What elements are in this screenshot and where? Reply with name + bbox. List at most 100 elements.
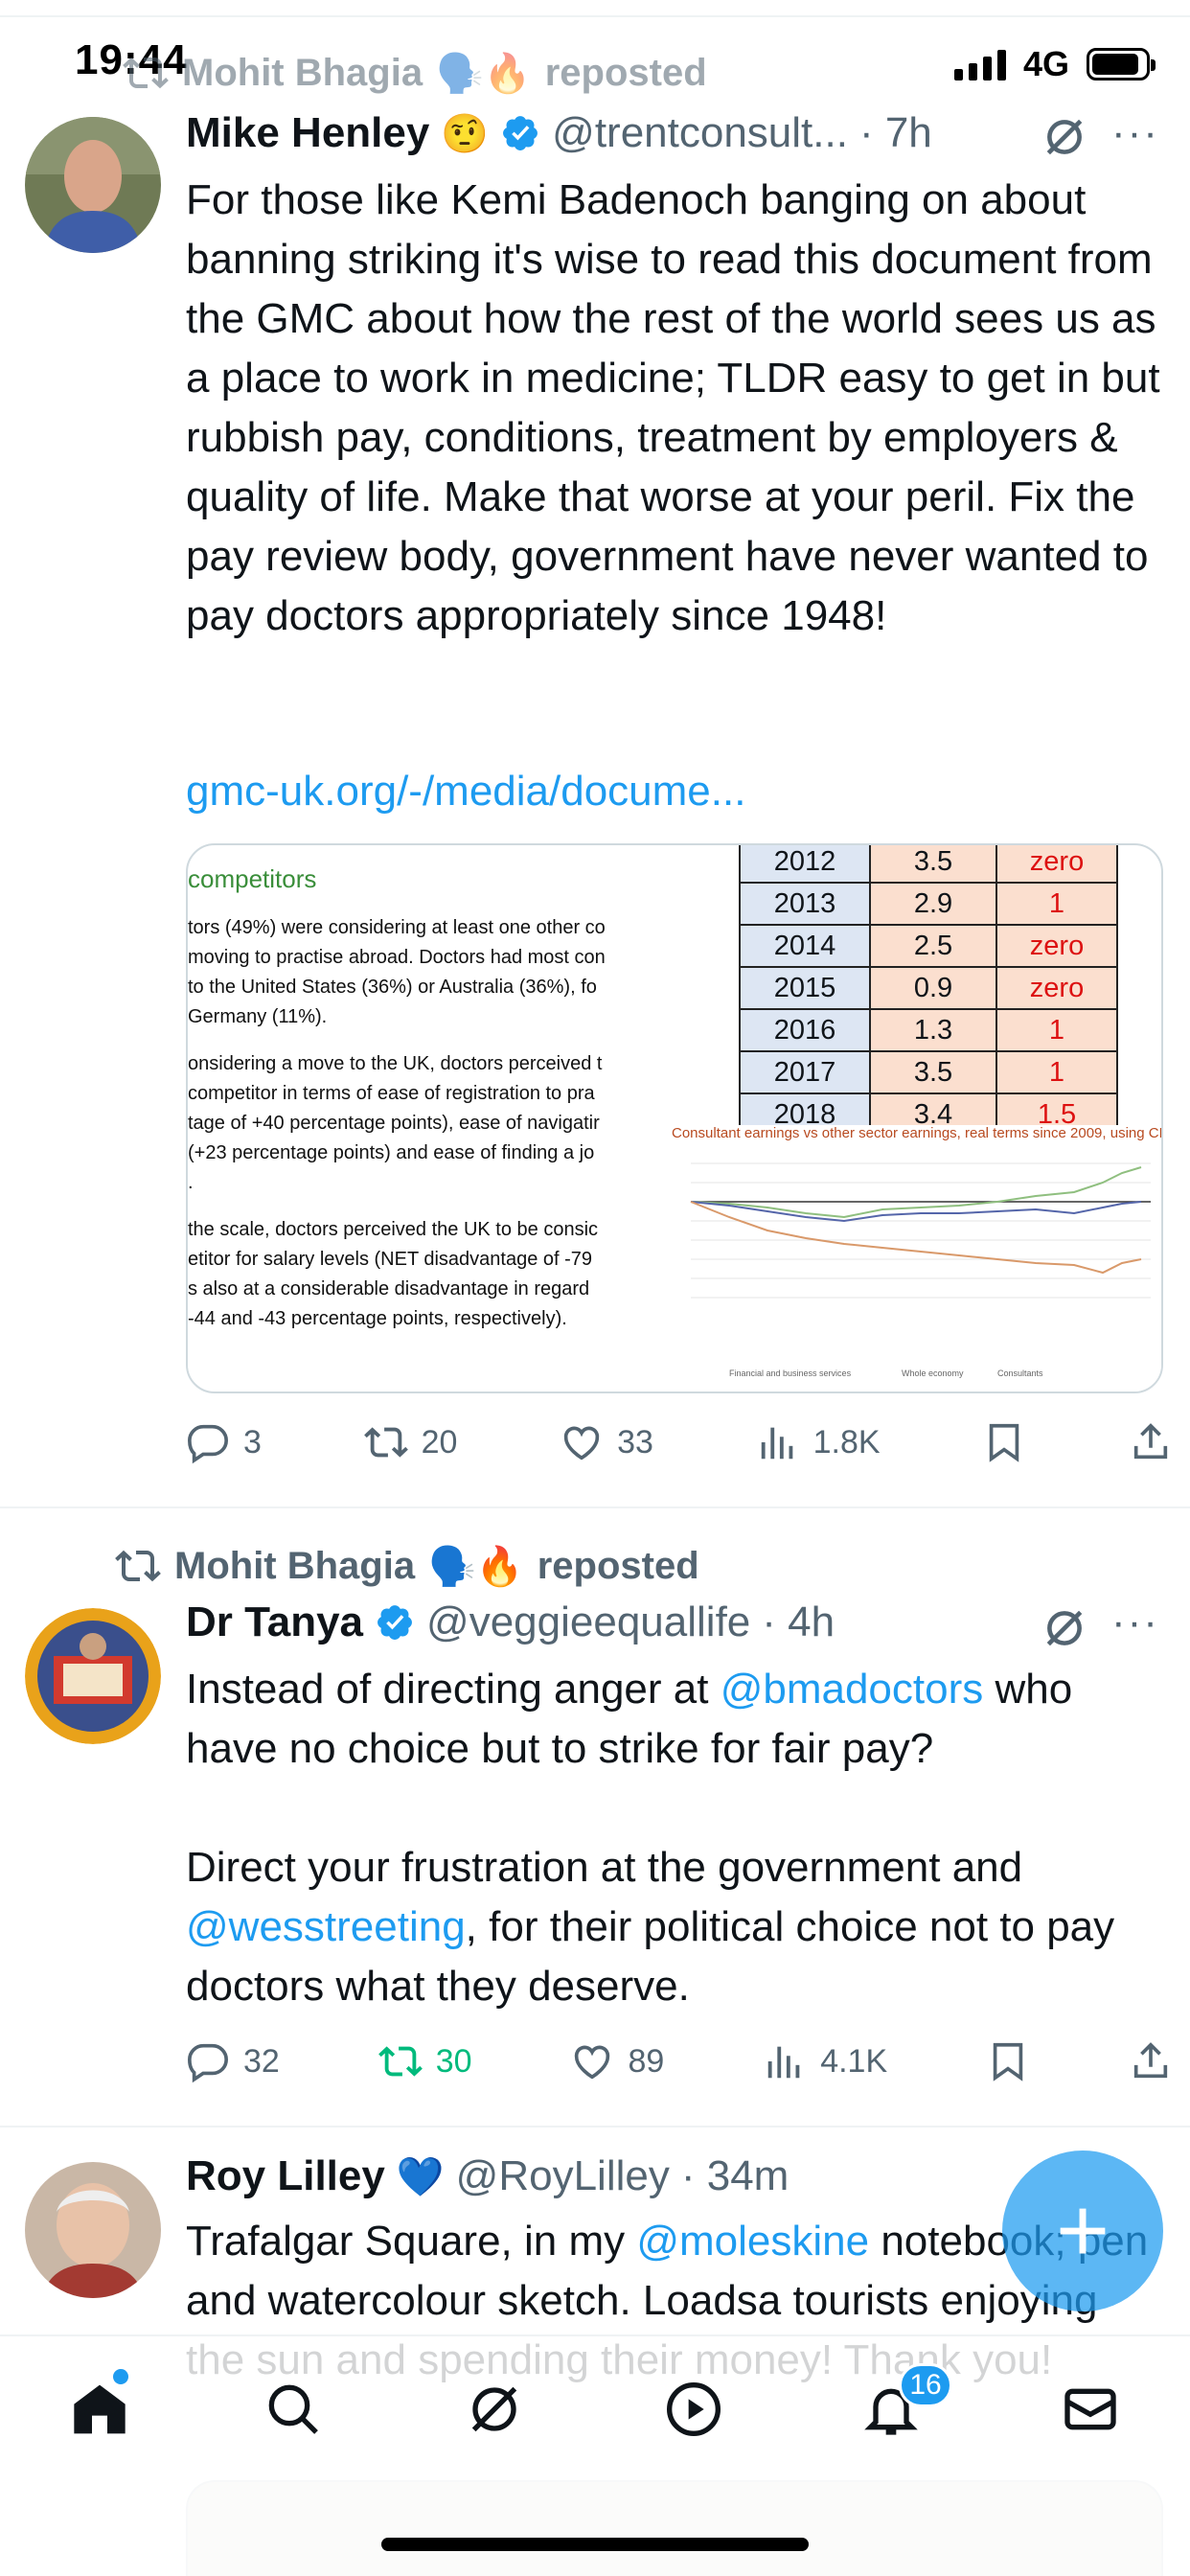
series-line-economy bbox=[690, 1201, 1142, 1223]
table-row: 2012 3.5 zero bbox=[739, 845, 1118, 884]
repost-icon bbox=[115, 1550, 161, 1582]
like-count: 33 bbox=[617, 1423, 653, 1460]
tweet-text: For those like Kemi Badenoch banging on … bbox=[186, 176, 1172, 639]
like-button[interactable]: 89 bbox=[570, 2039, 664, 2083]
share-button[interactable] bbox=[1129, 1420, 1173, 1464]
pay-table: 2012 3.5 zero 2013 2.9 1 2014 2.5 zero 2015 0.9… bbox=[739, 845, 1118, 1137]
tweet-actions: 3 20 33 1.8K bbox=[186, 1420, 1173, 1464]
video-play-icon[interactable] bbox=[663, 2379, 724, 2440]
like-button[interactable]: 33 bbox=[560, 1420, 653, 1464]
view-count: 1.8K bbox=[812, 1423, 881, 1460]
avatar[interactable] bbox=[25, 1608, 161, 1744]
author-handle[interactable]: @trentconsult... bbox=[552, 109, 848, 157]
tweet-divider bbox=[0, 1506, 1190, 1508]
network-type: 4G bbox=[1022, 44, 1069, 83]
mail-icon[interactable] bbox=[1060, 2379, 1121, 2440]
like-count: 89 bbox=[628, 2042, 665, 2080]
reposted-label: reposted bbox=[537, 1544, 699, 1587]
battery-icon bbox=[1087, 48, 1156, 80]
verified-badge-icon bbox=[378, 1605, 412, 1640]
reposted-label: reposted bbox=[544, 51, 707, 94]
author-name[interactable]: Mike Henley bbox=[186, 109, 429, 157]
speaking-emoji: 🗣️🔥 bbox=[428, 1545, 524, 1588]
tweet-header: Dr Tanya @veggieequallife · 4h bbox=[186, 1598, 835, 1646]
repost-button[interactable]: 30 bbox=[378, 2039, 472, 2083]
repost-button[interactable]: 20 bbox=[363, 1420, 458, 1464]
share-icon bbox=[1133, 2042, 1168, 2079]
verified-badge-icon bbox=[503, 116, 538, 150]
author-handle[interactable]: @veggieequallife bbox=[426, 1598, 750, 1646]
more-options-icon[interactable]: ··· bbox=[1111, 1598, 1159, 1646]
grok-icon[interactable] bbox=[1041, 113, 1088, 161]
repost-icon bbox=[123, 57, 169, 89]
chart-title: Consultant earnings vs other sector earn… bbox=[672, 1125, 1161, 1141]
grok-icon[interactable] bbox=[464, 2379, 525, 2440]
tweet-header: Mike Henley 🤨 @trentconsult... · 7h bbox=[186, 109, 932, 157]
mention-link[interactable]: @bmadoctors bbox=[721, 1666, 984, 1713]
table-row: 2016 1.3 1 bbox=[739, 1008, 1118, 1052]
reply-icon bbox=[188, 2043, 228, 2083]
repost-indicator[interactable]: Mohit Bhagia 🗣️🔥 reposted bbox=[115, 1543, 699, 1589]
views-icon bbox=[761, 1427, 792, 1460]
author-handle[interactable]: @RoyLilley bbox=[456, 2152, 670, 2200]
bookmark-icon bbox=[990, 1423, 1019, 1462]
view-count: 4.1K bbox=[820, 2042, 888, 2080]
reposted-by-name[interactable]: Mohit Bhagia bbox=[174, 1545, 415, 1588]
tweet-link[interactable]: gmc-uk.org/-/media/docume... bbox=[186, 762, 1163, 821]
tweet-media-image[interactable]: competitors tors (49%) were considering … bbox=[186, 843, 1163, 1393]
doc-line: tors (49%) were considering at least one… bbox=[188, 917, 606, 1027]
author-name[interactable]: Roy Lilley bbox=[186, 2152, 385, 2200]
author-name[interactable]: Dr Tanya bbox=[186, 1598, 363, 1646]
reply-count: 32 bbox=[243, 2042, 280, 2080]
reply-count: 3 bbox=[243, 1423, 262, 1460]
views-icon bbox=[767, 2046, 800, 2079]
reply-icon bbox=[188, 1424, 228, 1464]
top-divider bbox=[0, 15, 1190, 17]
tweet-text: Instead of directing anger at @bmadoctor… bbox=[186, 1666, 1127, 2010]
plus-icon: + bbox=[1055, 2179, 1110, 2282]
home-icon[interactable] bbox=[69, 2379, 130, 2440]
heart-icon bbox=[564, 1426, 600, 1460]
blue-heart-emoji: 💙 bbox=[396, 2155, 445, 2198]
legend-item: Whole economy bbox=[902, 1368, 964, 1378]
home-indicator bbox=[381, 2538, 809, 2551]
bookmark-icon bbox=[993, 2042, 1023, 2082]
tweet-time: · 7h bbox=[858, 109, 932, 156]
share-button[interactable] bbox=[1129, 2039, 1173, 2083]
share-icon bbox=[1133, 1423, 1168, 1460]
document-excerpt: competitors tors (49%) were considering … bbox=[188, 845, 724, 1392]
grok-icon[interactable] bbox=[1041, 1604, 1088, 1652]
repost-count: 30 bbox=[435, 2042, 472, 2080]
compose-button[interactable]: + bbox=[1002, 2150, 1163, 2312]
doc-line: the scale, doctors perceived the UK to b… bbox=[188, 1219, 599, 1329]
signal-icon bbox=[953, 48, 1006, 80]
legend-item: Consultants bbox=[997, 1368, 1043, 1378]
tweet-time: · 34m bbox=[680, 2152, 790, 2199]
search-icon[interactable] bbox=[263, 2379, 324, 2440]
notification-badge: 16 bbox=[899, 2363, 952, 2407]
table-row: 2017 3.5 1 bbox=[739, 1050, 1118, 1094]
views-button[interactable]: 4.1K bbox=[763, 2039, 887, 2083]
status-indicators: 4G bbox=[953, 44, 1156, 84]
reposted-by-name[interactable]: Mohit Bhagia bbox=[182, 52, 423, 95]
repost-icon bbox=[378, 2046, 423, 2077]
bookmark-button[interactable] bbox=[986, 2039, 1030, 2083]
mention-link[interactable]: @moleskine bbox=[636, 2218, 869, 2265]
repost-indicator[interactable]: Mohit Bhagia 🗣️🔥 reposted bbox=[123, 50, 707, 96]
repost-count: 20 bbox=[421, 1423, 458, 1460]
heart-icon bbox=[575, 2045, 610, 2080]
bookmark-button[interactable] bbox=[982, 1420, 1026, 1464]
avatar[interactable] bbox=[25, 117, 161, 253]
avatar[interactable] bbox=[25, 2162, 161, 2298]
tweet-header: Roy Lilley 💙 @RoyLilley · 34m bbox=[186, 2152, 789, 2200]
reply-button[interactable]: 32 bbox=[186, 2039, 280, 2083]
tweet-actions: 32 30 89 4.1K bbox=[186, 2039, 1173, 2083]
reply-button[interactable]: 3 bbox=[186, 1420, 262, 1464]
views-button[interactable]: 1.8K bbox=[756, 1420, 881, 1464]
mention-link[interactable]: @wesstreeting bbox=[186, 1903, 466, 1950]
more-options-icon[interactable]: ··· bbox=[1111, 109, 1159, 157]
chart-lines: Financial and business services Whole ec… bbox=[690, 1162, 1151, 1378]
repost-icon bbox=[363, 1427, 408, 1458]
table-row: 2013 2.9 1 bbox=[739, 882, 1118, 926]
tweet-divider bbox=[0, 2126, 1190, 2128]
